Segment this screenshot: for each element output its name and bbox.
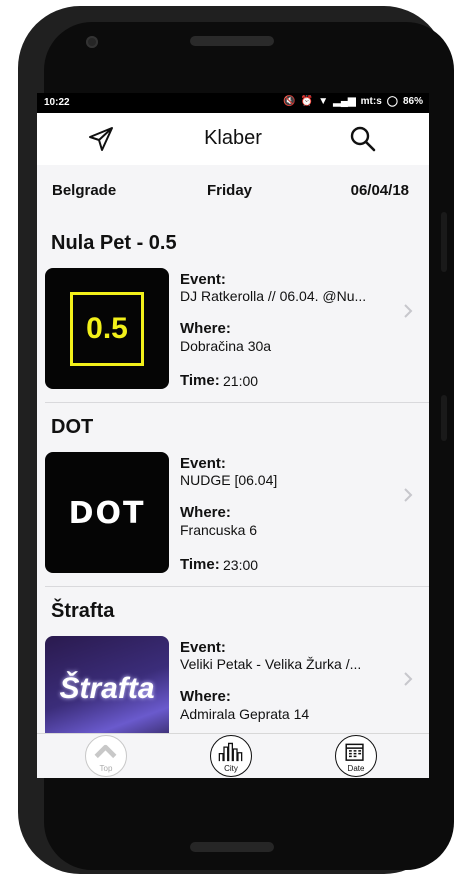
venue-logo[interactable]: 0.5 xyxy=(45,268,169,389)
front-camera xyxy=(86,36,98,48)
chevron-right-icon[interactable] xyxy=(403,303,413,319)
chevron-right-icon[interactable] xyxy=(403,487,413,503)
logo-text: Štrafta xyxy=(59,672,155,705)
filter-bar: Belgrade Friday 06/04/18 xyxy=(37,165,429,215)
tab-bar: Top City Date xyxy=(37,733,429,778)
event-value: DJ Ratkerolla // 06.04. @Nu... xyxy=(180,288,367,304)
where-value: Admirala Geprata 14 xyxy=(180,706,310,722)
date-filter[interactable]: 06/04/18 xyxy=(351,182,409,199)
status-time: 10:22 xyxy=(44,97,70,108)
time-label: Time: xyxy=(180,556,220,573)
volume-button xyxy=(441,212,447,272)
where-value: Dobračina 30a xyxy=(180,338,272,354)
event-label: Event: xyxy=(180,639,226,656)
earpiece-speaker xyxy=(190,36,274,46)
chevron-right-icon[interactable] xyxy=(403,671,413,687)
tab-label: Date xyxy=(347,764,365,773)
logo-text: DOT xyxy=(68,496,146,531)
status-carrier: mt:s xyxy=(360,96,382,107)
wifi-icon: ▼ xyxy=(318,96,329,107)
search-icon[interactable] xyxy=(349,125,377,153)
status-battery: 86% xyxy=(402,96,423,107)
tab-date[interactable]: Date xyxy=(335,735,377,777)
status-icons: 🔇 ⏰ ▼ ▂▄▆ mt:s ◯ 86% xyxy=(283,96,423,107)
power-button xyxy=(441,395,447,441)
tab-top[interactable]: Top xyxy=(85,735,127,777)
time-value: 23:00 xyxy=(223,557,259,573)
where-label: Where: xyxy=(180,504,231,521)
signal-icon: ▂▄▆ xyxy=(333,96,356,107)
app-header: Klaber xyxy=(37,113,429,165)
event-value: NUDGE [06.04] xyxy=(180,472,278,488)
logo-text: 0.5 xyxy=(86,312,128,345)
mute-icon: 🔇 xyxy=(283,96,296,107)
venue-title: DOT xyxy=(51,416,94,438)
time-value: 21:00 xyxy=(223,373,259,389)
where-value: Francuska 6 xyxy=(180,522,258,538)
event-label: Event: xyxy=(180,455,226,472)
battery-icon: ◯ xyxy=(386,96,398,107)
where-label: Where: xyxy=(180,320,231,337)
where-label: Where: xyxy=(180,688,231,705)
app-screen: 10:22 🔇 ⏰ ▼ ▂▄▆ mt:s ◯ 86% Klaber Belgra… xyxy=(37,93,429,778)
tab-city[interactable]: City xyxy=(210,735,252,777)
divider xyxy=(45,586,429,587)
event-value: Veliki Petak - Velika Žurka /... xyxy=(180,656,362,672)
day-filter[interactable]: Friday xyxy=(207,182,252,199)
city-filter[interactable]: Belgrade xyxy=(52,182,116,199)
divider xyxy=(45,402,429,403)
bottom-speaker xyxy=(190,842,274,852)
venue-title: Nula Pet - 0.5 xyxy=(51,232,177,254)
venue-title: Štrafta xyxy=(51,600,115,622)
event-label: Event: xyxy=(180,271,226,288)
venue-logo[interactable]: DOT xyxy=(45,452,169,573)
status-bar: 10:22 🔇 ⏰ ▼ ▂▄▆ mt:s ◯ 86% xyxy=(37,93,429,113)
tab-label: Top xyxy=(99,764,113,773)
time-label: Time: xyxy=(180,372,220,389)
alarm-icon: ⏰ xyxy=(300,96,314,107)
tab-label: City xyxy=(224,764,238,773)
